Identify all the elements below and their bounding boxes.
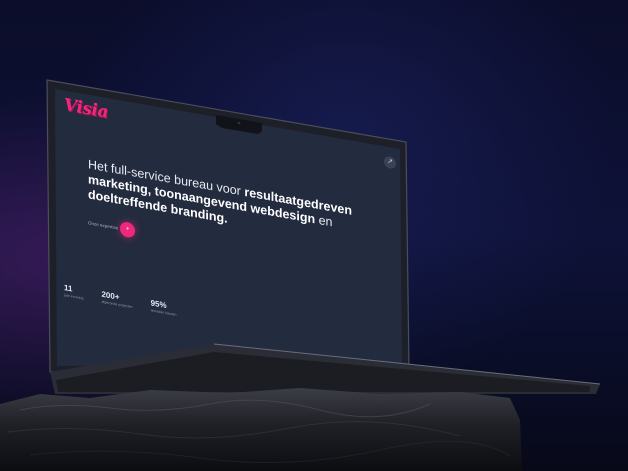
- rock-pedestal: [0, 388, 522, 471]
